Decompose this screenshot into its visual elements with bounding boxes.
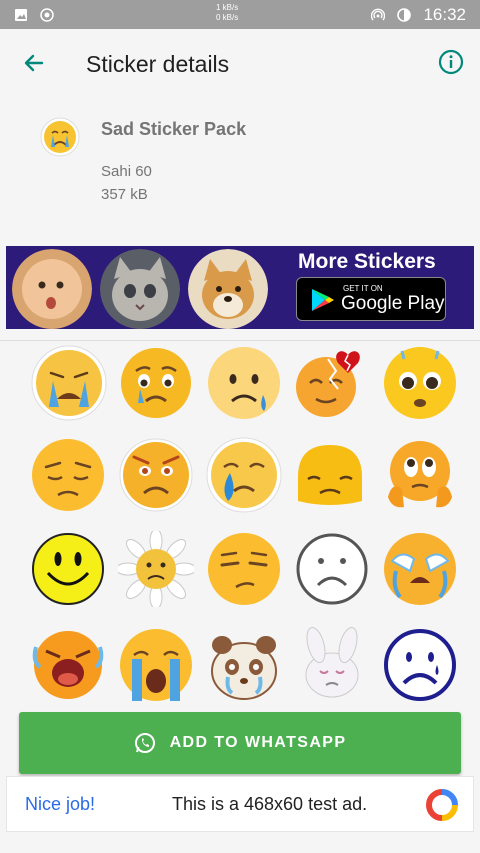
- sticker-frowning-face[interactable]: [118, 437, 194, 513]
- sticker-pensive-face[interactable]: [30, 437, 106, 513]
- ad-nice-job: Nice job!: [25, 794, 96, 814]
- google-play-button[interactable]: GET IT ON Google Play: [296, 277, 446, 321]
- ad-text: This is a 468x60 test ad.: [172, 794, 368, 814]
- sticker-bawling-face[interactable]: [30, 627, 106, 701]
- arrow-left-icon[interactable]: [20, 49, 48, 77]
- sticker-sobbing-face[interactable]: [382, 531, 458, 607]
- sticker-sad-blue-outline-face[interactable]: [382, 627, 458, 701]
- page-title: Sticker details: [86, 51, 230, 77]
- add-to-whatsapp-button[interactable]: ADD TO WHATSAPP: [19, 712, 461, 774]
- sticker-crying-panda[interactable]: [206, 627, 282, 701]
- sticker-crying-tear-face[interactable]: [206, 437, 282, 513]
- sticker-frowning-outline-face[interactable]: [294, 531, 370, 607]
- record-icon: [40, 7, 54, 22]
- sticker-crying-face[interactable]: [31, 345, 107, 421]
- sticker-grid: [0, 341, 480, 701]
- sticker-sad-blob-face[interactable]: [292, 437, 368, 513]
- pack-size: 357 kB: [101, 186, 148, 203]
- sticker-sad-tearful-face[interactable]: [118, 345, 194, 421]
- data-saver-icon: [397, 7, 412, 22]
- whatsapp-icon: [134, 733, 155, 753]
- bottom-strip: [0, 834, 480, 853]
- app-bar: Sticker details: [0, 29, 480, 97]
- cat-photo: [100, 249, 180, 329]
- banner-title: More Stickers: [298, 250, 436, 273]
- sticker-pleading-face[interactable]: [382, 345, 458, 421]
- info-circle-icon[interactable]: [438, 49, 464, 75]
- doge-photo: [188, 249, 268, 329]
- sticker-crying-bunny[interactable]: [294, 627, 370, 701]
- sticker-unamused-face[interactable]: [206, 531, 282, 607]
- google-play-label: Google Play: [341, 293, 445, 314]
- pack-author: Sahi 60: [101, 163, 152, 180]
- sticker-sad-flower[interactable]: [118, 531, 194, 607]
- sticker-broken-heart-face[interactable]: [292, 345, 368, 421]
- sticker-loudly-crying-face[interactable]: [118, 627, 194, 701]
- sticker-sad-sweat-face[interactable]: [206, 345, 282, 421]
- ad-network-logo-icon: [426, 789, 458, 821]
- clock: 16:32: [423, 4, 466, 24]
- play-store-icon: [312, 289, 334, 311]
- baby-photo: [12, 249, 92, 329]
- pack-info: Sad Sticker Pack Sahi 60 357 kB: [0, 97, 480, 237]
- sticker-smiley-face[interactable]: [30, 531, 106, 607]
- sticker-worried-face[interactable]: [382, 437, 458, 513]
- add-to-whatsapp-label: ADD TO WHATSAPP: [169, 734, 347, 751]
- pack-name: Sad Sticker Pack: [101, 119, 247, 139]
- get-it-on-label: GET IT ON: [343, 284, 383, 293]
- hotspot-icon: [371, 8, 386, 20]
- network-speed: 1 kB/s 0 kB/s: [216, 3, 239, 22]
- more-stickers-banner[interactable]: More Stickers GET IT ON Google Play: [6, 246, 474, 329]
- test-ad-banner[interactable]: Nice job! This is a 468x60 test ad.: [6, 776, 474, 832]
- pack-tray-icon: [40, 117, 80, 157]
- status-bar: 1 kB/s 0 kB/s 16:32: [0, 0, 480, 29]
- image-icon: [15, 8, 27, 21]
